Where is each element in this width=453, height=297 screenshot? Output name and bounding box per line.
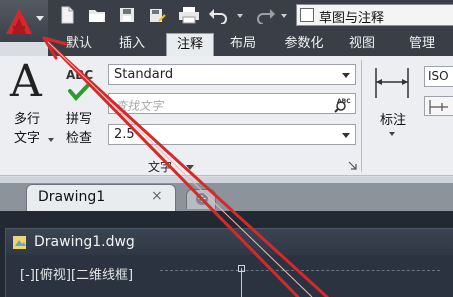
dimension-label: 标注	[380, 113, 407, 128]
drawing-window-title: Drawing1.dwg	[34, 234, 135, 250]
spell-check-icon	[68, 81, 92, 101]
tab-label: 管理	[408, 36, 435, 51]
redo-dropdown-icon[interactable]	[280, 6, 288, 24]
label-line: 拼写	[66, 112, 93, 127]
autocad-logo-icon	[6, 8, 32, 34]
drawing-area[interactable]: Drawing1.dwg [-][俯视][二维线框]	[0, 211, 453, 297]
linear-dimension-icon	[375, 68, 409, 98]
multiline-text-caret-icon	[48, 138, 54, 142]
text-style-dropdown[interactable]: Standard	[108, 64, 356, 85]
plus-icon: +	[196, 192, 208, 205]
save-as-icon[interactable]	[148, 6, 166, 24]
label-line: 检查	[66, 131, 93, 146]
new-file-icon[interactable]	[58, 6, 76, 24]
tab-label: 默认	[65, 36, 92, 51]
text-panel-title: 文字	[148, 160, 173, 174]
dimension-caret-icon	[389, 132, 395, 136]
tab-layout[interactable]: 布局	[222, 33, 264, 56]
ribbon-panel: A 多行 文字 ABC 拼写 检查 Standard 查找文字 ABC 2.5	[0, 56, 453, 176]
spell-check-label: 拼写 检查	[66, 110, 92, 148]
dimension-style-value: ISO	[428, 69, 449, 83]
open-folder-icon[interactable]	[88, 6, 106, 24]
multiline-text-label: 多行 文字	[14, 110, 40, 148]
new-tab-button[interactable]: +	[186, 189, 216, 209]
panel-expand-icon	[186, 165, 194, 170]
label-line: 多行	[14, 112, 41, 127]
tab-parametric[interactable]: 参数化	[276, 33, 332, 56]
tab-manage[interactable]: 管理	[400, 33, 444, 56]
tab-label: 视图	[348, 36, 375, 51]
ribbon-tab-bar: 默认 插入 注释 布局 参数化 视图 管理	[48, 30, 453, 56]
crosshair-cursor	[241, 268, 242, 297]
tab-label: 插入	[118, 36, 145, 51]
tab-label: 参数化	[284, 36, 324, 51]
file-tab-label: Drawing1	[38, 189, 106, 205]
file-tab-bar: Drawing1 × +	[0, 183, 453, 211]
panel-divider	[361, 60, 362, 172]
redo-icon[interactable]	[252, 6, 276, 24]
text-height-value: 2.5	[114, 127, 135, 142]
undo-dropdown-icon[interactable]	[236, 6, 244, 24]
drawing-titlebar: Drawing1.dwg	[6, 229, 453, 255]
text-height-dropdown[interactable]: 2.5	[108, 124, 356, 145]
workspace-selector[interactable]: 草图与注释	[296, 4, 453, 26]
tab-label: 注释	[176, 37, 203, 52]
viewport-controls[interactable]: [-][俯视][二维线框]	[20, 264, 133, 283]
find-replace-icon[interactable]: ABC	[333, 95, 353, 113]
chevron-down-icon	[342, 73, 350, 78]
text-style-value: Standard	[114, 67, 174, 82]
find-text-placeholder: 查找文字	[115, 99, 164, 113]
find-text-input[interactable]: 查找文字 ABC	[108, 93, 356, 114]
tab-view[interactable]: 视图	[342, 33, 382, 56]
application-menu-caret-icon	[36, 16, 44, 21]
multiline-text-icon: A	[10, 56, 42, 107]
text-panel-footer[interactable]: 文字	[0, 157, 360, 176]
dialog-launcher-icon[interactable]	[348, 161, 357, 170]
drawing-window: Drawing1.dwg [-][俯视][二维线框]	[5, 228, 453, 297]
dimension-small-icon	[429, 100, 448, 114]
quick-access-toolbar: 草图与注释	[0, 0, 453, 42]
close-icon[interactable]: ×	[151, 188, 163, 204]
file-tab-drawing1[interactable]: Drawing1 ×	[26, 184, 176, 211]
workspace-gear-icon	[300, 8, 314, 22]
workspace-label: 草图与注释	[319, 11, 385, 26]
cursor-pickbox	[238, 265, 245, 272]
dimension-style-dropdown[interactable]: ISO	[424, 66, 453, 87]
chevron-down-icon	[342, 133, 350, 138]
application-menu-button[interactable]	[0, 0, 48, 42]
save-icon[interactable]	[118, 6, 136, 24]
tab-label: 布局	[229, 36, 256, 51]
tab-annotate[interactable]: 注释	[166, 33, 214, 56]
quick-dimension-icon[interactable]	[424, 96, 453, 116]
ucs-guide-line	[160, 270, 440, 271]
tab-default[interactable]: 默认	[58, 33, 100, 56]
label-line: 文字	[14, 131, 41, 146]
tab-insert[interactable]: 插入	[112, 33, 152, 56]
dwg-file-icon	[13, 236, 26, 249]
print-icon[interactable]	[178, 6, 200, 24]
undo-icon[interactable]	[208, 6, 232, 24]
